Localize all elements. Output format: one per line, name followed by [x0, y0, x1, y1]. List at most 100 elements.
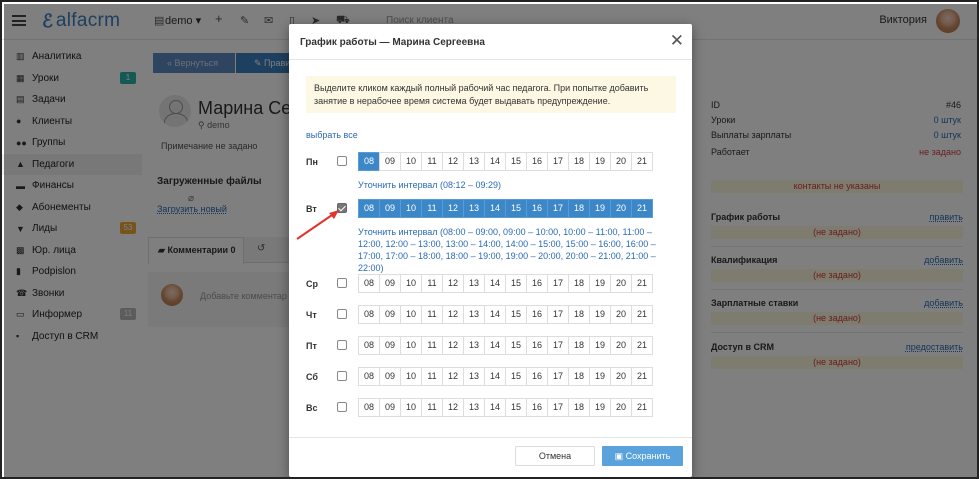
hour-cell[interactable]: 15	[505, 305, 527, 324]
hour-cell[interactable]: 11	[421, 152, 443, 171]
hour-cell[interactable]: 09	[379, 398, 401, 417]
hour-cell[interactable]: 14	[484, 274, 506, 293]
hour-cell[interactable]: 09	[379, 305, 401, 324]
day-checkbox[interactable]	[337, 278, 347, 288]
hour-cell[interactable]: 18	[568, 367, 590, 386]
hour-cell[interactable]: 08	[358, 367, 380, 386]
hour-cell[interactable]: 18	[568, 305, 590, 324]
hour-cell[interactable]: 21	[631, 274, 653, 293]
hour-cell[interactable]: 13	[463, 199, 485, 218]
hour-cell[interactable]: 15	[505, 152, 527, 171]
hour-cell[interactable]: 19	[589, 305, 611, 324]
hour-cell[interactable]: 21	[631, 336, 653, 355]
cancel-button[interactable]: Отмена	[515, 446, 595, 466]
hour-cell[interactable]: 20	[610, 305, 632, 324]
hour-cell[interactable]: 13	[463, 336, 485, 355]
hour-cell[interactable]: 20	[610, 398, 632, 417]
hour-cell[interactable]: 10	[400, 398, 422, 417]
hour-cell[interactable]: 21	[631, 199, 653, 218]
hour-cell[interactable]: 17	[547, 305, 569, 324]
day-checkbox[interactable]	[337, 371, 347, 381]
hour-cell[interactable]: 08	[358, 398, 380, 417]
hour-cell[interactable]: 09	[379, 336, 401, 355]
hour-cell[interactable]: 19	[589, 152, 611, 171]
hour-cell[interactable]: 09	[379, 199, 401, 218]
hour-cell[interactable]: 08	[358, 152, 380, 171]
save-button[interactable]: ▣ Сохранить	[602, 446, 683, 466]
hour-cell[interactable]: 20	[610, 199, 632, 218]
hour-cell[interactable]: 16	[526, 398, 548, 417]
hour-cell[interactable]: 12	[442, 398, 464, 417]
hour-cell[interactable]: 12	[442, 199, 464, 218]
hour-cell[interactable]: 10	[400, 199, 422, 218]
hour-cell[interactable]: 09	[379, 274, 401, 293]
hour-cell[interactable]: 12	[442, 367, 464, 386]
hour-cell[interactable]: 08	[358, 305, 380, 324]
hour-cell[interactable]: 08	[358, 336, 380, 355]
hour-cell[interactable]: 15	[505, 199, 527, 218]
day-checkbox[interactable]	[337, 340, 347, 350]
hour-cell[interactable]: 12	[442, 336, 464, 355]
hour-cell[interactable]: 11	[421, 336, 443, 355]
hour-cell[interactable]: 15	[505, 274, 527, 293]
hour-cell[interactable]: 19	[589, 274, 611, 293]
hour-cell[interactable]: 14	[484, 336, 506, 355]
day-checkbox[interactable]	[337, 156, 347, 166]
hour-cell[interactable]: 16	[526, 336, 548, 355]
day-checkbox[interactable]	[337, 309, 347, 319]
hour-cell[interactable]: 13	[463, 152, 485, 171]
hour-cell[interactable]: 10	[400, 274, 422, 293]
hour-cell[interactable]: 15	[505, 398, 527, 417]
hour-cell[interactable]: 18	[568, 336, 590, 355]
hour-cell[interactable]: 13	[463, 367, 485, 386]
hour-cell[interactable]: 10	[400, 305, 422, 324]
hour-cell[interactable]: 10	[400, 152, 422, 171]
hour-cell[interactable]: 14	[484, 398, 506, 417]
hour-cell[interactable]: 19	[589, 336, 611, 355]
hour-cell[interactable]: 17	[547, 398, 569, 417]
hour-cell[interactable]: 18	[568, 152, 590, 171]
day-checkbox[interactable]	[337, 402, 347, 412]
hour-cell[interactable]: 15	[505, 367, 527, 386]
hour-cell[interactable]: 12	[442, 152, 464, 171]
hour-cell[interactable]: 11	[421, 398, 443, 417]
hour-cell[interactable]: 21	[631, 367, 653, 386]
hour-cell[interactable]: 19	[589, 398, 611, 417]
hour-cell[interactable]: 17	[547, 367, 569, 386]
hour-cell[interactable]: 14	[484, 367, 506, 386]
hour-cell[interactable]: 10	[400, 336, 422, 355]
hour-cell[interactable]: 17	[547, 274, 569, 293]
hour-cell[interactable]: 16	[526, 152, 548, 171]
hour-cell[interactable]: 14	[484, 199, 506, 218]
hour-cell[interactable]: 13	[463, 305, 485, 324]
hour-cell[interactable]: 20	[610, 274, 632, 293]
hour-cell[interactable]: 10	[400, 367, 422, 386]
hour-cell[interactable]: 21	[631, 305, 653, 324]
hour-cell[interactable]: 14	[484, 305, 506, 324]
hour-cell[interactable]: 20	[610, 367, 632, 386]
hour-cell[interactable]: 17	[547, 336, 569, 355]
hour-cell[interactable]: 16	[526, 199, 548, 218]
hour-cell[interactable]: 12	[442, 274, 464, 293]
hour-cell[interactable]: 14	[484, 152, 506, 171]
hour-cell[interactable]: 12	[442, 305, 464, 324]
hour-cell[interactable]: 19	[589, 367, 611, 386]
hour-cell[interactable]: 16	[526, 305, 548, 324]
hour-cell[interactable]: 11	[421, 199, 443, 218]
refine-interval-link[interactable]: Уточнить интервал (08:00 – 09:00, 09:00 …	[358, 226, 676, 274]
hour-cell[interactable]: 20	[610, 336, 632, 355]
hour-cell[interactable]: 15	[505, 336, 527, 355]
refine-interval-link[interactable]: Уточнить интервал (08:12 – 09:29)	[358, 179, 676, 191]
hour-cell[interactable]: 17	[547, 199, 569, 218]
hour-cell[interactable]: 20	[610, 152, 632, 171]
hour-cell[interactable]: 18	[568, 398, 590, 417]
hour-cell[interactable]: 08	[358, 199, 380, 218]
hour-cell[interactable]: 13	[463, 398, 485, 417]
hour-cell[interactable]: 21	[631, 398, 653, 417]
hour-cell[interactable]: 21	[631, 152, 653, 171]
hour-cell[interactable]: 11	[421, 367, 443, 386]
hour-cell[interactable]: 13	[463, 274, 485, 293]
hour-cell[interactable]: 17	[547, 152, 569, 171]
hour-cell[interactable]: 18	[568, 274, 590, 293]
hour-cell[interactable]: 09	[379, 367, 401, 386]
